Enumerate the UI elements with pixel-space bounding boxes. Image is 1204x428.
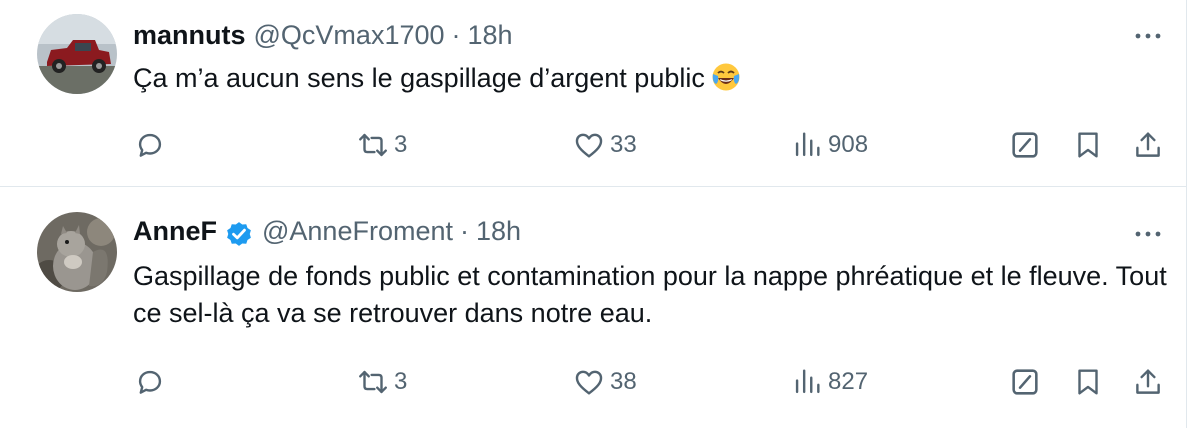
share-icon (1136, 369, 1160, 394)
analytics-icon (795, 369, 820, 394)
tweet-header: AnneF @AnneFroment · 18h (133, 216, 521, 247)
grok-button[interactable] (1008, 362, 1042, 402)
more-icon (1135, 231, 1161, 237)
author-name[interactable]: AnneF (133, 216, 217, 247)
grok-icon (1012, 369, 1038, 395)
timestamp[interactable]: 18h (476, 216, 521, 247)
repost-icon (359, 370, 387, 394)
author-handle[interactable]: @AnneFroment (262, 216, 453, 247)
repost-button[interactable]: 3 (356, 362, 407, 402)
tweet[interactable]: AnneF @AnneFroment · 18h Gaspillage de f… (0, 0, 1186, 395)
bookmark-icon (1078, 369, 1098, 395)
tweet-text: Gaspillage de fonds public et contaminat… (133, 258, 1173, 332)
views-count: 827 (828, 368, 869, 395)
repost-count: 3 (394, 368, 408, 395)
more-options-button[interactable] (1130, 224, 1166, 244)
avatar[interactable] (37, 212, 117, 292)
like-button[interactable]: 38 (572, 362, 637, 402)
like-count: 38 (610, 368, 637, 395)
action-bar: 3 38 827 (0, 362, 1186, 402)
heart-icon (575, 370, 603, 395)
share-button[interactable] (1131, 362, 1165, 402)
verified-badge-icon[interactable] (224, 219, 254, 249)
reply-button[interactable] (133, 362, 167, 402)
timeline-border (1186, 0, 1187, 428)
tweet-body: Gaspillage de fonds public et contaminat… (133, 261, 1167, 328)
views-button[interactable]: 827 (790, 362, 868, 402)
bookmark-button[interactable] (1071, 362, 1105, 402)
separator-dot: · (460, 216, 469, 246)
reply-icon (138, 370, 162, 394)
